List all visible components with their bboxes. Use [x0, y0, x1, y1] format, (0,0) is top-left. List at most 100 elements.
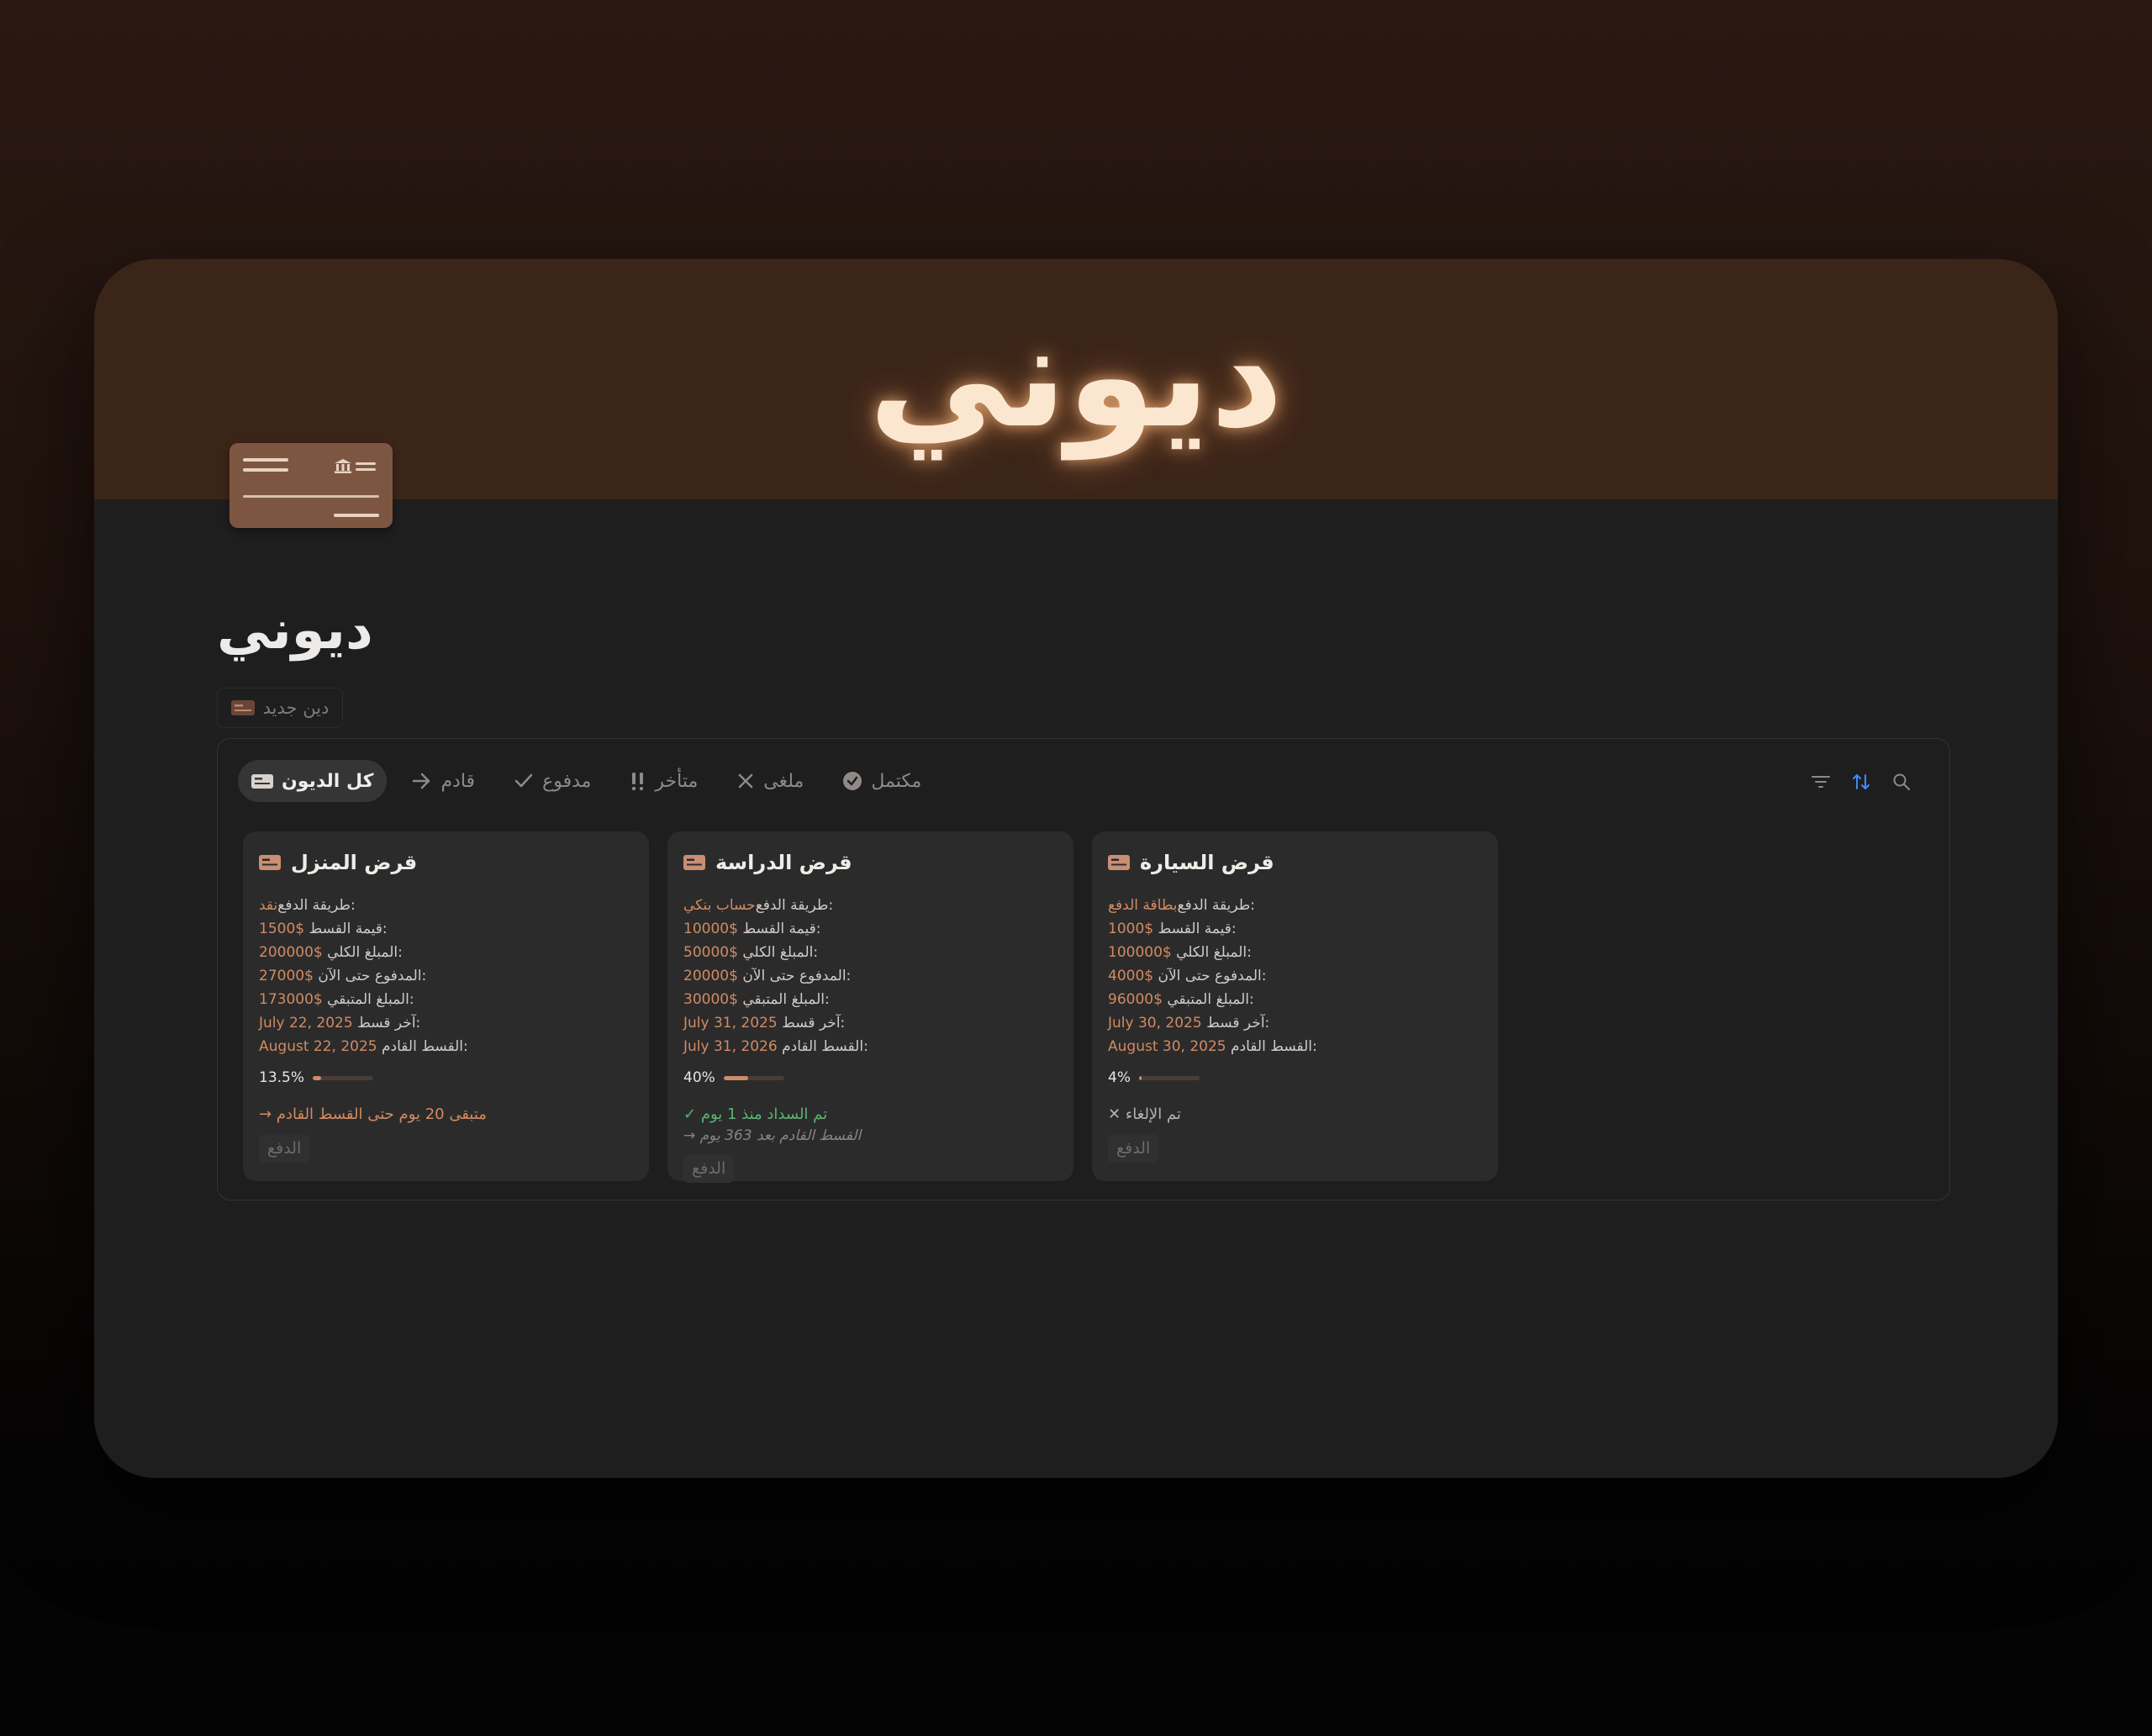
total-amount: 50000$ المبلغ الكلي:: [683, 941, 1058, 964]
pay-button[interactable]: الدفع: [259, 1134, 310, 1163]
payment-method-label: طريقة الدفع:: [1177, 897, 1256, 914]
progress-fill: [723, 1075, 748, 1080]
paid-value: 4000$: [1108, 968, 1154, 984]
card-title-row: قرض الدراسة: [683, 847, 1058, 879]
tab-label: قادم: [440, 770, 476, 792]
total-label: المبلغ الكلي:: [742, 944, 819, 961]
last-installment-value: July 22, 2025: [259, 1015, 353, 1032]
payment-method-value: نقد: [259, 897, 278, 914]
card-title-row: قرض المنزل: [259, 847, 633, 879]
page-icon-line: [356, 462, 376, 465]
tab-completed[interactable]: مكتمل: [829, 760, 935, 802]
search-button[interactable]: [1891, 771, 1912, 793]
status-text: ✕ تم الإلغاء: [1108, 1105, 1181, 1123]
tab-overdue[interactable]: متأخر: [616, 760, 711, 802]
check-icon: [514, 773, 533, 788]
page-icon-line: [243, 468, 288, 472]
progress-text: 13.5%: [259, 1069, 305, 1086]
filter-button[interactable]: [1810, 771, 1832, 793]
total-amount: 100000$ المبلغ الكلي:: [1108, 941, 1482, 964]
debt-card[interactable]: قرض المنزل نقد طريقة الدفع: 1500$ قيمة ال…: [243, 831, 649, 1181]
card-icon: [1108, 855, 1130, 870]
payment-method-label: طريقة الدفع:: [277, 897, 356, 914]
view-tools: [1810, 771, 1912, 793]
card-title: قرض السيارة: [1140, 851, 1274, 874]
next-installment-value: July 31, 2026: [683, 1038, 778, 1055]
next-installment: August 22, 2025 القسط القادم:: [259, 1035, 633, 1058]
installment-label: قيمة القسط:: [1158, 921, 1237, 937]
remaining-value: 173000$: [259, 991, 323, 1008]
tab-cancelled[interactable]: ملغى: [723, 760, 817, 802]
tab-all-debts[interactable]: كل الديون: [238, 760, 388, 802]
new-debt-label: دين جديد: [262, 698, 330, 718]
card-title: قرض المنزل: [291, 851, 418, 874]
paid-value: 27000$: [259, 968, 314, 984]
page-icon[interactable]: [229, 443, 393, 528]
progress-row: 40%: [683, 1065, 1058, 1090]
last-installment: July 22, 2025 آخر قسط:: [259, 1011, 633, 1035]
progress-fill: [313, 1075, 321, 1080]
paid-value: 20000$: [683, 968, 738, 984]
tab-paid[interactable]: مدفوع: [500, 760, 604, 802]
card-title-row: قرض السيارة: [1108, 847, 1482, 879]
total-value: 50000$: [683, 944, 738, 961]
remaining-label: المبلغ المتبقي:: [1167, 991, 1254, 1008]
payment-method: بطاقة الدفع طريقة الدفع:: [1108, 894, 1482, 917]
remaining-amount: 96000$ المبلغ المتبقي:: [1108, 988, 1482, 1011]
last-installment-value: July 31, 2025: [683, 1015, 778, 1032]
tab-upcoming[interactable]: قادم: [398, 760, 488, 802]
remaining-amount: 30000$ المبلغ المتبقي:: [683, 988, 1058, 1011]
status-text: ✓ تم السداد منذ 1 يوم: [683, 1105, 828, 1123]
installment-value: 1500$: [259, 921, 305, 937]
installment-value: 1000$: [1108, 921, 1154, 937]
page-icon-line: [243, 458, 288, 462]
view-tabs: كل الديون قادم مدفوع متأخر ملغى مكتمل: [238, 759, 935, 803]
debt-card[interactable]: قرض الدراسة حساب بنكي طريقة الدفع: 10000$…: [667, 831, 1073, 1183]
progress-row: 13.5%: [259, 1065, 633, 1090]
pay-button[interactable]: الدفع: [683, 1154, 735, 1183]
remaining-value: 96000$: [1108, 991, 1163, 1008]
debt-card[interactable]: قرض السيارة بطاقة الدفع طريقة الدفع: 1000…: [1092, 831, 1498, 1181]
last-installment-value: July 30, 2025: [1108, 1015, 1202, 1032]
last-installment: July 30, 2025 آخر قسط:: [1108, 1011, 1482, 1035]
total-label: المبلغ الكلي:: [327, 944, 403, 961]
arrow-right-icon: [413, 773, 430, 789]
double-exclamation-icon: [632, 773, 644, 790]
page-icon-line: [334, 514, 379, 517]
sort-icon: [1853, 774, 1870, 789]
card-properties: نقد طريقة الدفع: 1500$ قيمة القسط: 200000…: [259, 894, 633, 1058]
total-value: 100000$: [1108, 944, 1172, 961]
next-installment-note: → القسط القادم بعد 363 يوم: [683, 1127, 862, 1144]
bank-icon: [335, 459, 351, 473]
remaining-amount: 173000$ المبلغ المتبقي:: [259, 988, 633, 1011]
next-installment-value: August 30, 2025: [1108, 1038, 1226, 1055]
tab-label: متأخر: [655, 770, 699, 792]
tab-label: مكتمل: [871, 770, 922, 792]
new-debt-button[interactable]: دين جديد: [217, 688, 343, 728]
last-installment-label: آخر قسط:: [357, 1015, 421, 1032]
card-gallery: قرض المنزل نقد طريقة الدفع: 1500$ قيمة ال…: [243, 831, 1498, 1183]
total-amount: 200000$ المبلغ الكلي:: [259, 941, 633, 964]
card-icon: [683, 855, 705, 870]
next-installment-label: القسط القادم:: [1231, 1038, 1317, 1055]
paid-label: المدفوع حتى الآن:: [1158, 968, 1267, 984]
installment-amount: 1500$ قيمة القسط:: [259, 917, 633, 941]
progress-row: 4%: [1108, 1065, 1482, 1090]
page-title: ديوني: [217, 599, 373, 662]
sort-button[interactable]: [1850, 771, 1872, 793]
paid-label: المدفوع حتى الآن:: [318, 968, 427, 984]
progress-bar: [1138, 1075, 1200, 1080]
paid-label: المدفوع حتى الآن:: [742, 968, 852, 984]
installment-label: قيمة القسط:: [309, 921, 388, 937]
last-installment-label: آخر قسط:: [1206, 1015, 1270, 1032]
pay-button[interactable]: الدفع: [1108, 1134, 1159, 1163]
last-installment: July 31, 2025 آخر قسط:: [683, 1011, 1058, 1035]
paid-amount: 20000$ المدفوع حتى الآن:: [683, 964, 1058, 988]
payment-method: نقد طريقة الدفع:: [259, 894, 633, 917]
payment-method: حساب بنكي طريقة الدفع:: [683, 894, 1058, 917]
progress-text: 4%: [1108, 1069, 1131, 1086]
tab-label: ملغى: [763, 770, 804, 792]
card-icon: [251, 773, 273, 789]
payment-method-value: بطاقة الدفع: [1108, 897, 1178, 914]
status-text: → متبقى 20 يوم حتى القسط القادم: [259, 1105, 487, 1123]
